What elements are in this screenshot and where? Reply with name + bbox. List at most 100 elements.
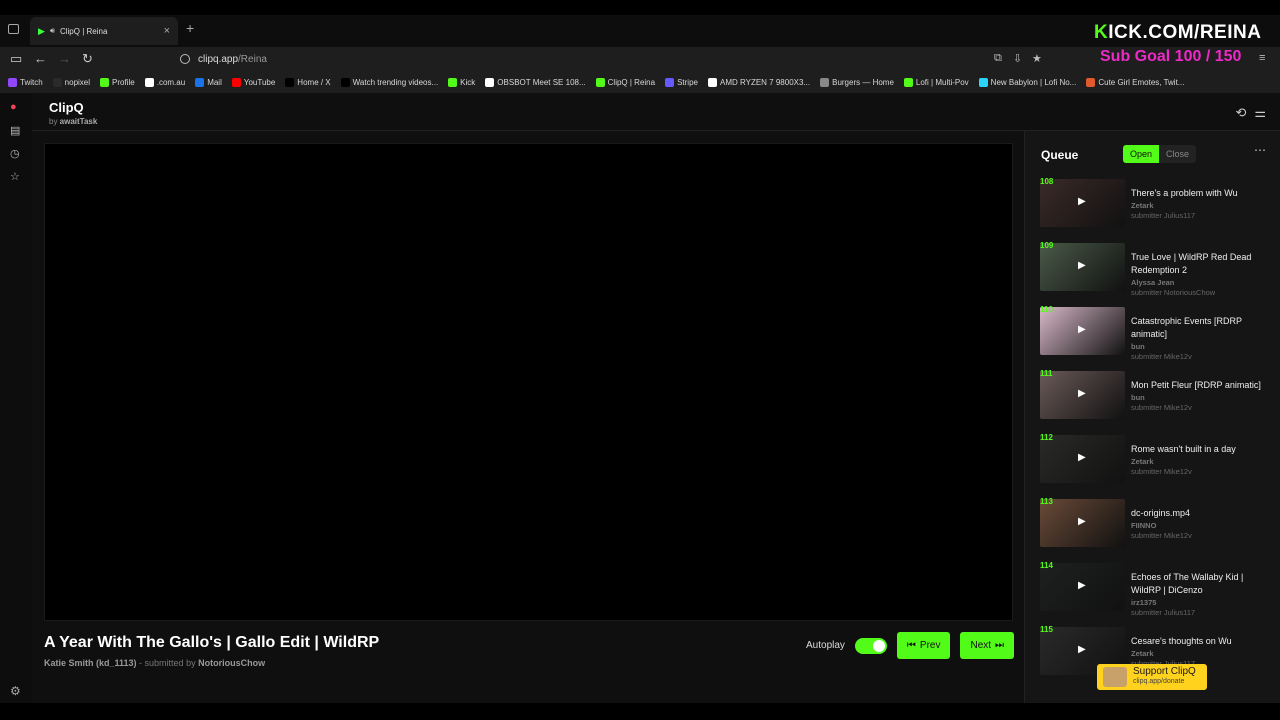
- queue-item-submitter: submitter Mike12v: [1131, 352, 1192, 361]
- close-tab-icon[interactable]: ×: [164, 25, 170, 37]
- queue-item[interactable]: 112 ▶ Rome wasn't built in a day Zetark subm…: [1040, 433, 1276, 485]
- sidebar-toggle-icon[interactable]: ▭: [10, 51, 22, 67]
- queue-title: Queue: [1041, 148, 1079, 162]
- playback-controls: Autoplay ⏮ Prev Next ⏭: [806, 632, 1015, 659]
- settings-sliders-icon[interactable]: ⚌: [1254, 105, 1266, 121]
- bookmark-item[interactable]: Watch trending videos...: [340, 77, 438, 87]
- bookmark-item[interactable]: Stripe: [665, 77, 698, 87]
- more-options-icon[interactable]: ⋯: [1254, 143, 1266, 157]
- bookmark-label: Home / X: [297, 77, 331, 87]
- queue-item-title: True Love | WildRP Red Dead Redemption 2: [1131, 252, 1252, 275]
- bookmark-label: Profile: [112, 77, 135, 87]
- bookmark-item[interactable]: nopixel: [52, 77, 90, 87]
- queue-item-author: Zetark: [1131, 649, 1154, 658]
- site-info-icon[interactable]: [180, 54, 190, 64]
- bookmark-item[interactable]: YouTube: [231, 77, 275, 87]
- bookmark-item[interactable]: Mail: [195, 77, 222, 87]
- bookmark-star-icon[interactable]: ★: [1032, 52, 1042, 65]
- bookmark-label: Stripe: [677, 77, 698, 87]
- bookmark-item[interactable]: Twitch: [8, 77, 43, 87]
- queue-item-title: There's a problem with Wu: [1131, 188, 1238, 198]
- forward-icon[interactable]: →: [58, 51, 71, 66]
- video-player[interactable]: [44, 143, 1013, 621]
- support-url: clipq.app/donate: [1133, 678, 1185, 685]
- queue-item-title: dc-origins.mp4: [1131, 508, 1191, 518]
- clipq-page: ClipQ by awaitTask ⟲ ⚌ A Year With The G…: [32, 93, 1280, 703]
- play-icon: ▶: [1078, 644, 1086, 655]
- play-icon: ▶: [1078, 580, 1086, 591]
- bookmark-favicon-icon: [485, 77, 495, 87]
- bookmark-item[interactable]: .com.au: [144, 77, 186, 87]
- video-title: A Year With The Gallo's | Gallo Edit | W…: [44, 634, 380, 651]
- bookmark-item[interactable]: Profile: [100, 77, 135, 87]
- settings-gear-icon[interactable]: ⚙: [10, 684, 21, 698]
- queue-item-title: Catastrophic Events [RDRP animatic]: [1131, 316, 1242, 339]
- prev-button[interactable]: ⏮ Prev: [896, 632, 951, 659]
- queue-thumbnail: ▶: [1040, 499, 1125, 547]
- address-bar[interactable]: clipq.app/Reina: [180, 50, 1040, 68]
- bookmark-label: New Babylon | Lofi No...: [990, 77, 1077, 87]
- bookmark-label: ClipQ | Reina: [607, 77, 656, 87]
- queue-item[interactable]: 114 ▶ Echoes of The Wallaby Kid | WildRP |…: [1040, 561, 1276, 617]
- queue-item-submitter: submitter Mike12v: [1131, 403, 1192, 412]
- bookmark-item[interactable]: Cute Girl Emotes, Twit...: [1086, 77, 1184, 87]
- bookmark-favicon-icon: [665, 77, 675, 87]
- queue-item-title: Cesare's thoughts on Wu: [1131, 636, 1232, 646]
- queue-number: 113: [1040, 497, 1053, 506]
- bookmark-label: .com.au: [156, 77, 186, 87]
- queue-panel: Queue Open Close ⋯ 108 ▶ There's a problem…: [1024, 131, 1280, 703]
- bookmark-label: AMD RYZEN 7 9800X3...: [719, 77, 811, 87]
- support-clipq-button[interactable]: Support ClipQ clipq.app/donate: [1097, 664, 1207, 690]
- next-button[interactable]: Next ⏭: [960, 632, 1015, 659]
- queue-item-submitter: submitter Mike12v: [1131, 531, 1192, 540]
- play-icon: ▶: [1078, 452, 1086, 463]
- browser-tab[interactable]: ▶ 🔊︎ ClipQ | Reina ×: [30, 17, 178, 45]
- bookmark-item[interactable]: Burgers — Home: [820, 77, 894, 87]
- bookmark-item[interactable]: OBSBOT Meet SE 108...: [485, 77, 586, 87]
- bookmark-item[interactable]: Home / X: [285, 77, 331, 87]
- bookmark-item[interactable]: Lofi | Multi-Pov: [903, 77, 969, 87]
- favorites-icon[interactable]: ☆: [10, 170, 20, 183]
- bookmark-item[interactable]: ClipQ | Reina: [595, 77, 656, 87]
- download-icon[interactable]: ⇩: [1013, 52, 1022, 65]
- queue-item[interactable]: 113 ▶ dc-origins.mp4 FIINNO submitter Mike12…: [1040, 497, 1276, 549]
- reload-icon[interactable]: ↻: [82, 51, 93, 67]
- reading-list-icon[interactable]: ▤: [10, 124, 20, 137]
- bookmark-item[interactable]: AMD RYZEN 7 9800X3...: [707, 77, 811, 87]
- queue-item-submitter: submitter Julius117: [1131, 211, 1196, 220]
- queue-thumbnail: ▶: [1040, 179, 1125, 227]
- assistant-icon[interactable]: ●: [10, 101, 17, 113]
- queue-item[interactable]: 110 ▶ Catastrophic Events [RDRP animatic] b…: [1040, 305, 1276, 361]
- tab-overview-icon[interactable]: [8, 24, 19, 34]
- queue-item-author: irz1375: [1131, 598, 1157, 607]
- speaker-icon[interactable]: 🔊︎: [50, 26, 55, 36]
- queue-thumbnail: ▶: [1040, 563, 1125, 611]
- autoplay-toggle[interactable]: [854, 637, 887, 654]
- queue-thumbnail: ▶: [1040, 307, 1125, 355]
- queue-item-author: bun: [1131, 342, 1145, 351]
- bookmark-item[interactable]: Kick: [448, 77, 475, 87]
- url-path: /Reina: [238, 53, 267, 65]
- queue-open-button[interactable]: Open: [1123, 145, 1160, 163]
- app-name: ClipQ: [49, 100, 84, 115]
- history-icon[interactable]: ⟲: [1235, 105, 1246, 121]
- bookmark-favicon-icon: [903, 77, 913, 87]
- bookmark-favicon-icon: [285, 77, 295, 87]
- history-icon[interactable]: ◷: [10, 147, 20, 160]
- bookmark-label: Mail: [207, 77, 222, 87]
- menu-icon[interactable]: ≡: [1259, 52, 1265, 64]
- play-icon: ▶: [1078, 516, 1086, 527]
- queue-number: 112: [1040, 433, 1053, 442]
- support-title: Support ClipQ: [1133, 666, 1196, 677]
- queue-close-button[interactable]: Close: [1159, 145, 1196, 163]
- queue-item-author: Zetark: [1131, 457, 1154, 466]
- install-app-icon[interactable]: ⧉: [994, 52, 1002, 65]
- queue-item[interactable]: 109 ▶ True Love | WildRP Red Dead Redempti…: [1040, 241, 1276, 297]
- queue-item[interactable]: 111 ▶ Mon Petit Fleur [RDRP animatic] bun su…: [1040, 369, 1276, 421]
- bookmark-item[interactable]: New Babylon | Lofi No...: [978, 77, 1077, 87]
- header-actions: ⟲ ⚌: [1235, 105, 1266, 121]
- bookmark-favicon-icon: [707, 77, 717, 87]
- back-icon[interactable]: ←: [34, 51, 47, 66]
- new-tab-button[interactable]: +: [186, 20, 194, 36]
- queue-item[interactable]: 108 ▶ There's a problem with Wu Zetark submi…: [1040, 177, 1276, 229]
